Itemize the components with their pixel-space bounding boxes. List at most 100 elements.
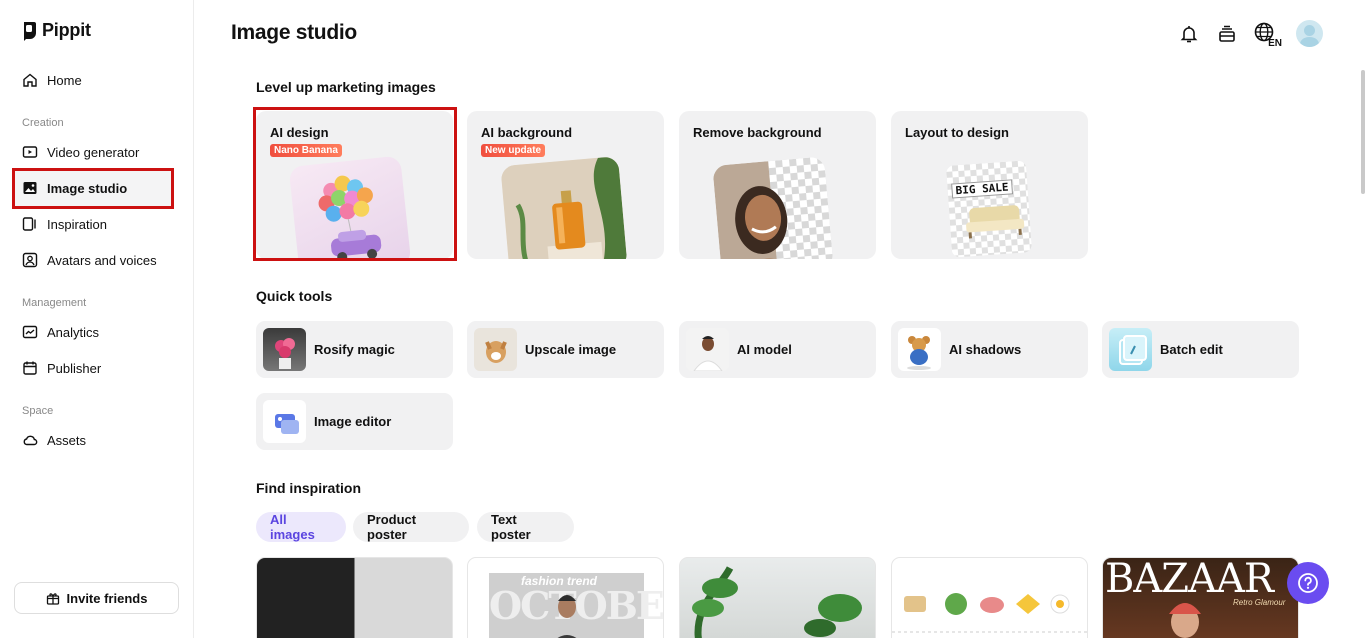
sidebar-item-label: Image studio: [47, 180, 128, 196]
tool-upscale-image[interactable]: Upscale image: [467, 321, 664, 378]
filter-chip-text-poster[interactable]: Text poster: [477, 512, 574, 542]
layout-image: BIG SALE: [945, 160, 1033, 258]
tool-label: Image editor: [314, 414, 392, 429]
image-studio-icon: [23, 182, 37, 194]
language-button[interactable]: EN: [1254, 22, 1282, 49]
food-items-illustration: [892, 593, 1087, 633]
tool-batch-edit[interactable]: Batch edit: [1102, 321, 1299, 378]
tool-label: Batch edit: [1160, 342, 1223, 357]
sidebar-item-label: Avatars and voices: [47, 252, 157, 268]
page-scrollbar[interactable]: [1361, 70, 1365, 194]
feature-card-label: Remove background: [693, 125, 822, 140]
batch-illustration: [1119, 335, 1147, 365]
inspiration-icon: [22, 217, 36, 231]
sidebar-item-label: Video generator: [47, 144, 140, 160]
dog-thumbnail: [474, 328, 517, 371]
magazine-portrait-illustration: [1169, 603, 1201, 638]
perfume-illustration: [500, 156, 628, 259]
tool-label: Upscale image: [525, 342, 617, 357]
tool-ai-shadows[interactable]: AI shadows: [891, 321, 1088, 378]
stack-icon: [1219, 25, 1235, 42]
teddy-thumbnail: [898, 328, 941, 371]
gift-icon: [46, 593, 59, 605]
section-title-quick-tools: Quick tools: [256, 288, 333, 304]
fashion-model-illustration: [557, 595, 577, 638]
logo-text: Pippit: [42, 20, 91, 40]
help-button[interactable]: [1287, 562, 1329, 604]
feature-card-label: AI background: [481, 125, 573, 140]
home-icon: [23, 73, 37, 87]
sidebar-item-label: Assets: [47, 432, 87, 448]
feature-card-ai-background[interactable]: AI background New update: [467, 111, 664, 259]
tool-label: AI shadows: [949, 342, 1022, 357]
feature-card-label: Layout to design: [905, 125, 1009, 140]
section-title-marketing: Level up marketing images: [256, 79, 436, 95]
avatar-voice-icon: [22, 252, 38, 268]
section-title-inspiration: Find inspiration: [256, 480, 361, 496]
tool-image-editor[interactable]: Image editor: [256, 393, 453, 450]
editor-thumbnail: [263, 400, 306, 443]
question-mark-icon: [1298, 573, 1318, 593]
calendar-icon: [23, 361, 37, 375]
sidebar-item-video-generator[interactable]: Video generator: [22, 142, 139, 162]
sidebar: Pippit Home Creation Video generator Ima…: [0, 0, 194, 638]
teddy-illustration: [907, 336, 931, 370]
tool-ai-model[interactable]: AI model: [679, 321, 876, 378]
user-avatar[interactable]: [1296, 20, 1323, 47]
analytics-icon: [22, 325, 38, 339]
sidebar-item-image-studio[interactable]: Image studio: [22, 178, 127, 198]
language-code: EN: [1268, 37, 1282, 49]
filter-chip-product-poster[interactable]: Product poster: [353, 512, 469, 542]
feature-card-layout-to-design[interactable]: Layout to design BIG SALE: [891, 111, 1088, 259]
notifications-button[interactable]: [1178, 23, 1200, 45]
section-label-management: Management: [22, 297, 87, 309]
logo[interactable]: Pippit: [22, 20, 91, 41]
editor-illustration: [275, 414, 299, 434]
sidebar-item-inspiration[interactable]: Inspiration: [22, 214, 107, 234]
subscription-button[interactable]: [1216, 23, 1238, 45]
section-label-space: Space: [22, 405, 54, 417]
tool-rosify-magic[interactable]: Rosify magic: [256, 321, 453, 378]
portrait-image: [712, 156, 834, 259]
pippit-logo-icon: [24, 21, 36, 41]
fashion-poster: fashion trend OCTOBER: [489, 573, 663, 638]
batch-thumbnail: [1109, 328, 1152, 371]
sidebar-item-assets[interactable]: Assets: [22, 430, 86, 450]
filter-chip-all-images[interactable]: All images: [256, 512, 346, 542]
video-plus-icon: [22, 146, 38, 158]
sidebar-item-label: Home: [47, 72, 82, 88]
bell-icon: [1180, 25, 1198, 42]
invite-friends-label: Invite friends: [66, 590, 148, 606]
sidebar-item-home[interactable]: Home: [22, 70, 82, 90]
inspiration-card[interactable]: [256, 557, 453, 638]
inspiration-card[interactable]: fashion trend OCTOBER: [467, 557, 664, 638]
sidebar-item-label: Publisher: [47, 360, 102, 376]
sofa-illustration: [966, 205, 1025, 239]
portrait-illustration: [712, 161, 798, 259]
inspiration-card[interactable]: BAZAAR Retro Glamour: [1102, 557, 1299, 638]
top-toolbar: EN: [1178, 20, 1323, 49]
sidebar-item-avatars[interactable]: Avatars and voices: [22, 250, 157, 270]
section-label-creation: Creation: [22, 117, 64, 129]
feature-badge: New update: [481, 144, 546, 157]
model-thumbnail: [686, 328, 729, 371]
sidebar-item-analytics[interactable]: Analytics: [22, 322, 99, 342]
perfume-image: [500, 156, 628, 259]
tool-label: Rosify magic: [314, 342, 395, 357]
inspiration-card[interactable]: [891, 557, 1088, 638]
rose-thumbnail: [263, 328, 306, 371]
inspiration-card[interactable]: [679, 557, 876, 638]
sidebar-item-publisher[interactable]: Publisher: [22, 358, 101, 378]
sidebar-item-label: Analytics: [47, 324, 100, 340]
cloud-icon: [23, 435, 38, 446]
invite-friends-button[interactable]: Invite friends: [14, 582, 179, 614]
plants-illustration: [692, 566, 862, 638]
feature-card-remove-background[interactable]: Remove background: [679, 111, 876, 259]
model-illustration: [693, 336, 723, 371]
page-title: Image studio: [231, 21, 357, 44]
tool-label: AI model: [737, 342, 792, 357]
dog-illustration: [485, 341, 507, 363]
sidebar-item-label: Inspiration: [47, 216, 107, 232]
app-root: Pippit Home Creation Video generator Ima…: [0, 0, 1365, 638]
rose-illustration: [275, 338, 295, 369]
